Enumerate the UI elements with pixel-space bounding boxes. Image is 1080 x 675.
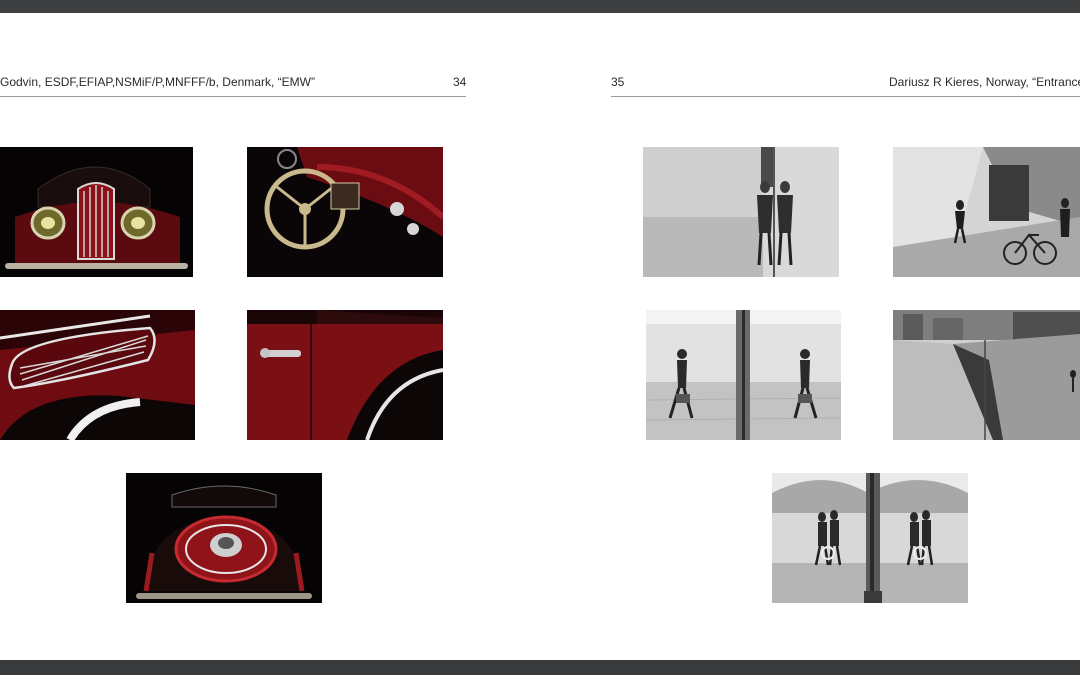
left-page-header: Godvin, ESDF,EFIAP,NSMiF/P,MNFFF/b, Denm…	[0, 75, 315, 89]
magazine-spread: Godvin, ESDF,EFIAP,NSMiF/P,MNFFF/b, Denm…	[0, 13, 1080, 660]
viewer-frame: Godvin, ESDF,EFIAP,NSMiF/P,MNFFF/b, Denm…	[0, 0, 1080, 675]
woman-mirror-reflection-image	[643, 147, 839, 277]
photo-car-dashboard[interactable]	[247, 147, 443, 277]
photo-car-door-handle[interactable]	[247, 310, 443, 440]
photo-car-front-grille[interactable]	[0, 147, 193, 277]
viewer-bottom-bar	[0, 660, 1080, 675]
photo-woman-mirror-reflection[interactable]	[643, 147, 839, 277]
right-page-header: Dariusz R Kieres, Norway, “Entrance s	[889, 75, 1080, 89]
building-mirror-facade-image	[893, 310, 1080, 440]
car-side-vent-image	[0, 310, 195, 440]
photo-building-mirror-facade[interactable]	[893, 310, 1080, 440]
left-page-number: 34	[453, 75, 467, 89]
car-door-handle-image	[247, 310, 443, 440]
left-header-rule	[0, 96, 466, 97]
walker-mirror-reflection-image	[646, 310, 841, 440]
person-with-bicycles-image	[893, 147, 1080, 277]
viewer-top-bar	[0, 0, 1080, 13]
right-page-number: 35	[611, 75, 625, 89]
car-front-grille-image	[0, 147, 193, 277]
group-mirror-reflection-image	[772, 473, 968, 603]
car-rear-spare-wheel-image	[126, 473, 322, 603]
photo-person-with-bicycles[interactable]	[893, 147, 1080, 277]
car-dashboard-image	[247, 147, 443, 277]
photo-car-side-vent[interactable]	[0, 310, 195, 440]
photo-group-mirror-reflection[interactable]	[772, 473, 968, 603]
right-header-rule	[611, 96, 1080, 97]
photo-walker-mirror-reflection[interactable]	[646, 310, 841, 440]
photo-car-rear-spare-wheel[interactable]	[126, 473, 322, 603]
